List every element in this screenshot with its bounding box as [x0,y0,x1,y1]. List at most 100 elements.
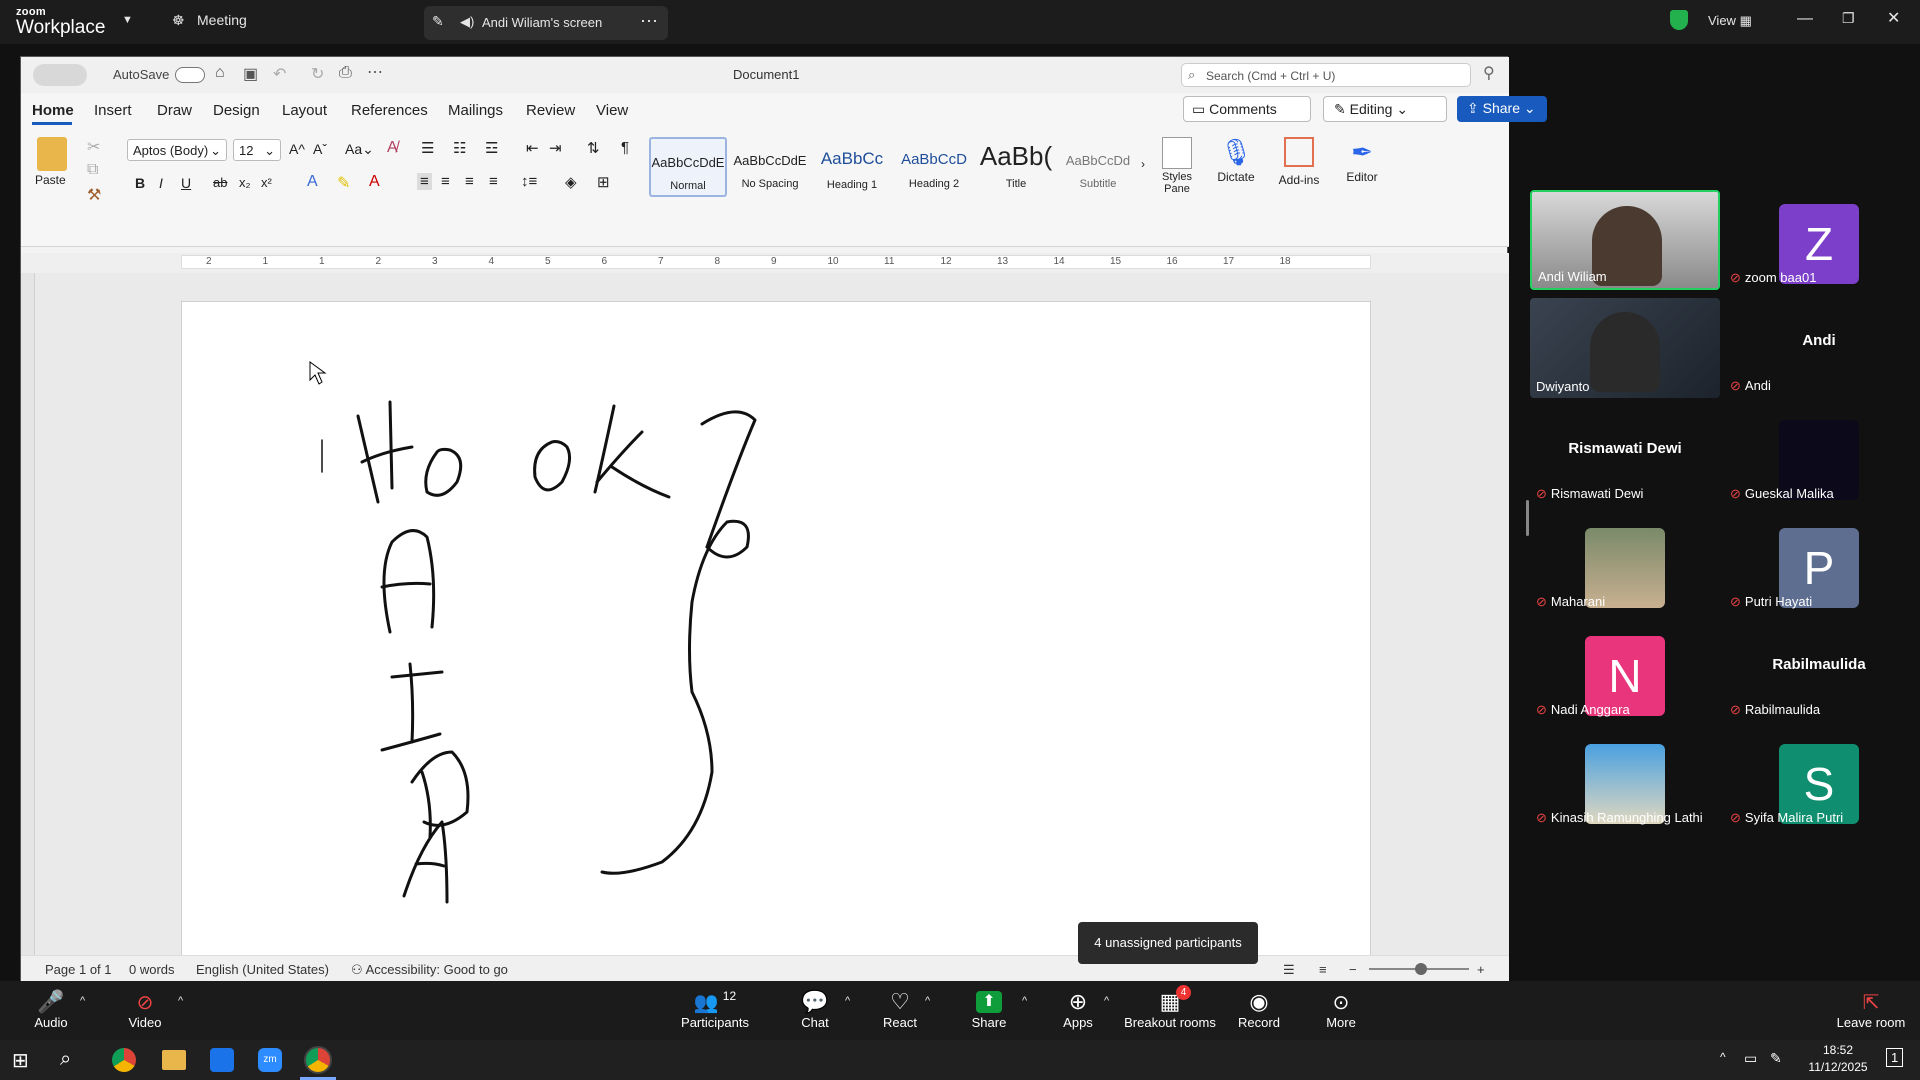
focus-icon[interactable]: ☰ [1283,962,1295,978]
participant-tile[interactable]: N ⊘ Nadi Anggara [1530,622,1720,722]
notification-icon[interactable]: 1 [1886,1048,1904,1067]
zoom-app-icon[interactable]: zm [258,1048,282,1072]
language[interactable]: English (United States) [196,962,329,977]
multilevel-list-icon[interactable]: ☲ [485,139,498,157]
subscript-icon[interactable]: x₂ [239,175,251,190]
zoom-slider-thumb[interactable] [1415,963,1427,975]
print-icon[interactable]: ⎙ [339,64,352,82]
shading-icon[interactable]: ◈ [565,173,577,191]
restore-icon[interactable]: ❐ [1842,10,1855,27]
style-subtitle[interactable]: AaBbCcDd Subtitle [1059,137,1137,197]
format-painter-icon[interactable]: ⚒ [87,185,101,205]
participant-tile[interactable]: P ⊘ Putri Hayati [1724,514,1914,614]
style-no-spacing[interactable]: AaBbCcDdE No Spacing [731,137,809,197]
zoom-in-icon[interactable]: + [1477,962,1485,977]
more-button[interactable]: ⊙ More [1296,989,1386,1031]
bold-icon[interactable]: B [135,175,145,191]
share-options-chevron-icon[interactable]: ^ [1022,995,1027,1007]
text-effects-icon[interactable]: A [307,173,318,191]
borders-icon[interactable]: ⊞ [597,173,610,191]
chrome-icon[interactable] [112,1048,136,1072]
tab-home[interactable]: Home [32,102,74,119]
participant-tile[interactable]: Rabilmaulida ⊘ Rabilmaulida [1724,622,1914,722]
italic-icon[interactable]: I [159,175,163,191]
tray-chevron-icon[interactable]: ^ [1720,1050,1726,1064]
strikethrough-icon[interactable]: ab [213,175,227,190]
react-button[interactable]: ♡ React [855,989,945,1030]
network-icon[interactable]: ▭ [1744,1050,1757,1067]
chrome-active-icon[interactable] [304,1046,332,1074]
tab-design[interactable]: Design [213,102,260,119]
pen-icon[interactable]: ✎ [1770,1050,1782,1067]
minimize-icon[interactable]: — [1797,10,1813,28]
undo-icon[interactable]: ↶ [273,64,286,84]
video-options-chevron-icon[interactable]: ^ [178,995,183,1007]
participants-button[interactable]: 👥 12 Participants [660,989,770,1030]
windows-start-icon[interactable]: ⊞ [12,1048,29,1073]
clock-time[interactable]: 18:52 [1808,1043,1868,1057]
participant-tile[interactable]: Rismawati Dewi ⊘ Rismawati Dewi [1530,406,1720,506]
share-button[interactable]: ⇪ Share ⌄ [1457,96,1547,122]
document-page[interactable] [181,301,1371,1021]
participant-tile[interactable]: ⊘ Maharani [1530,514,1720,614]
clock-date[interactable]: 11/12/2025 [1802,1060,1874,1074]
audio-options-chevron-icon[interactable]: ^ [80,995,85,1007]
grow-font-icon[interactable]: A^ [289,141,305,157]
sidebar-toggle-icon[interactable] [33,64,87,86]
numbering-icon[interactable]: ☷ [453,139,466,157]
underline-icon[interactable]: U [181,175,191,191]
shrink-font-icon[interactable]: Aˇ [313,141,327,157]
share-screen-button[interactable]: ⬆ Share [944,989,1034,1030]
tab-view[interactable]: View [596,102,628,119]
font-name-select[interactable]: Aptos (Body) ⌄ [127,139,227,161]
tab-draw[interactable]: Draw [157,102,192,119]
font-size-select[interactable]: 12 ⌄ [233,139,281,161]
shield-icon[interactable] [1670,10,1688,30]
tab-review[interactable]: Review [526,102,575,119]
zoom-out-icon[interactable]: − [1349,962,1357,977]
participant-tile[interactable]: Dwiyanto [1530,298,1720,398]
editor-button[interactable]: ✒ Editor [1337,137,1387,184]
breakout-rooms-button[interactable]: ▦ 4 Breakout rooms [1118,985,1222,1030]
align-right-icon[interactable]: ≡ [465,173,474,190]
style-title[interactable]: AaBb(Title [977,137,1055,197]
video-button[interactable]: ⊘ Video [100,989,190,1031]
style-normal[interactable]: AaBbCcDdE Normal [649,137,727,197]
close-icon[interactable]: ✕ [1887,8,1900,28]
tab-layout[interactable]: Layout [282,102,327,119]
styles-pane-button[interactable]: Styles Pane [1155,137,1199,195]
align-center-icon[interactable]: ≡ [441,173,450,190]
accessibility-status[interactable]: ⚇ Accessibility: Good to go [351,962,508,978]
paste-button[interactable]: Paste [35,137,75,187]
clear-format-icon[interactable]: A̸ [387,139,398,157]
tab-mailings[interactable]: Mailings [448,102,503,119]
print-layout-icon[interactable]: ≡ [1319,962,1327,977]
dictate-button[interactable]: 🎙 Dictate [1211,137,1261,184]
cut-icon[interactable]: ✂ [87,137,100,157]
search-icon[interactable]: ⌕ [60,1048,71,1071]
tab-references[interactable]: References [351,102,428,119]
line-spacing-icon[interactable]: ↕≡ [521,173,537,190]
azure-icon[interactable] [210,1048,234,1072]
apps-button[interactable]: ⊕ Apps [1033,989,1123,1030]
save-icon[interactable]: ▣ [243,64,258,84]
sort-icon[interactable]: ⇅ [587,139,600,157]
file-explorer-icon[interactable] [162,1050,186,1070]
align-left-icon[interactable]: ≡ [417,173,432,190]
autosave-toggle[interactable] [175,67,205,83]
more-icon[interactable]: ⋯ [367,62,383,82]
change-case-icon[interactable]: Aa⌄ [345,141,374,158]
justify-icon[interactable]: ≡ [489,173,498,190]
apps-options-chevron-icon[interactable]: ^ [1104,995,1109,1007]
highlight-icon[interactable]: ✎ [337,173,350,193]
participant-tile[interactable]: ⊘ Gueskal Malika [1724,406,1914,506]
increase-indent-icon[interactable]: ⇥ [549,139,562,157]
view-button[interactable]: View ▦ [1708,13,1752,29]
more-options-icon[interactable]: ⋯ [640,11,658,32]
chat-options-chevron-icon[interactable]: ^ [845,995,850,1007]
leave-room-button[interactable]: ⇱ Leave room [1826,989,1916,1031]
participant-tile[interactable]: Andi Wiliam [1530,190,1720,290]
chevron-down-icon[interactable]: ▼ [122,14,133,26]
bullets-icon[interactable]: ☰ [421,139,434,157]
chevron-right-icon[interactable]: › [1141,157,1145,171]
